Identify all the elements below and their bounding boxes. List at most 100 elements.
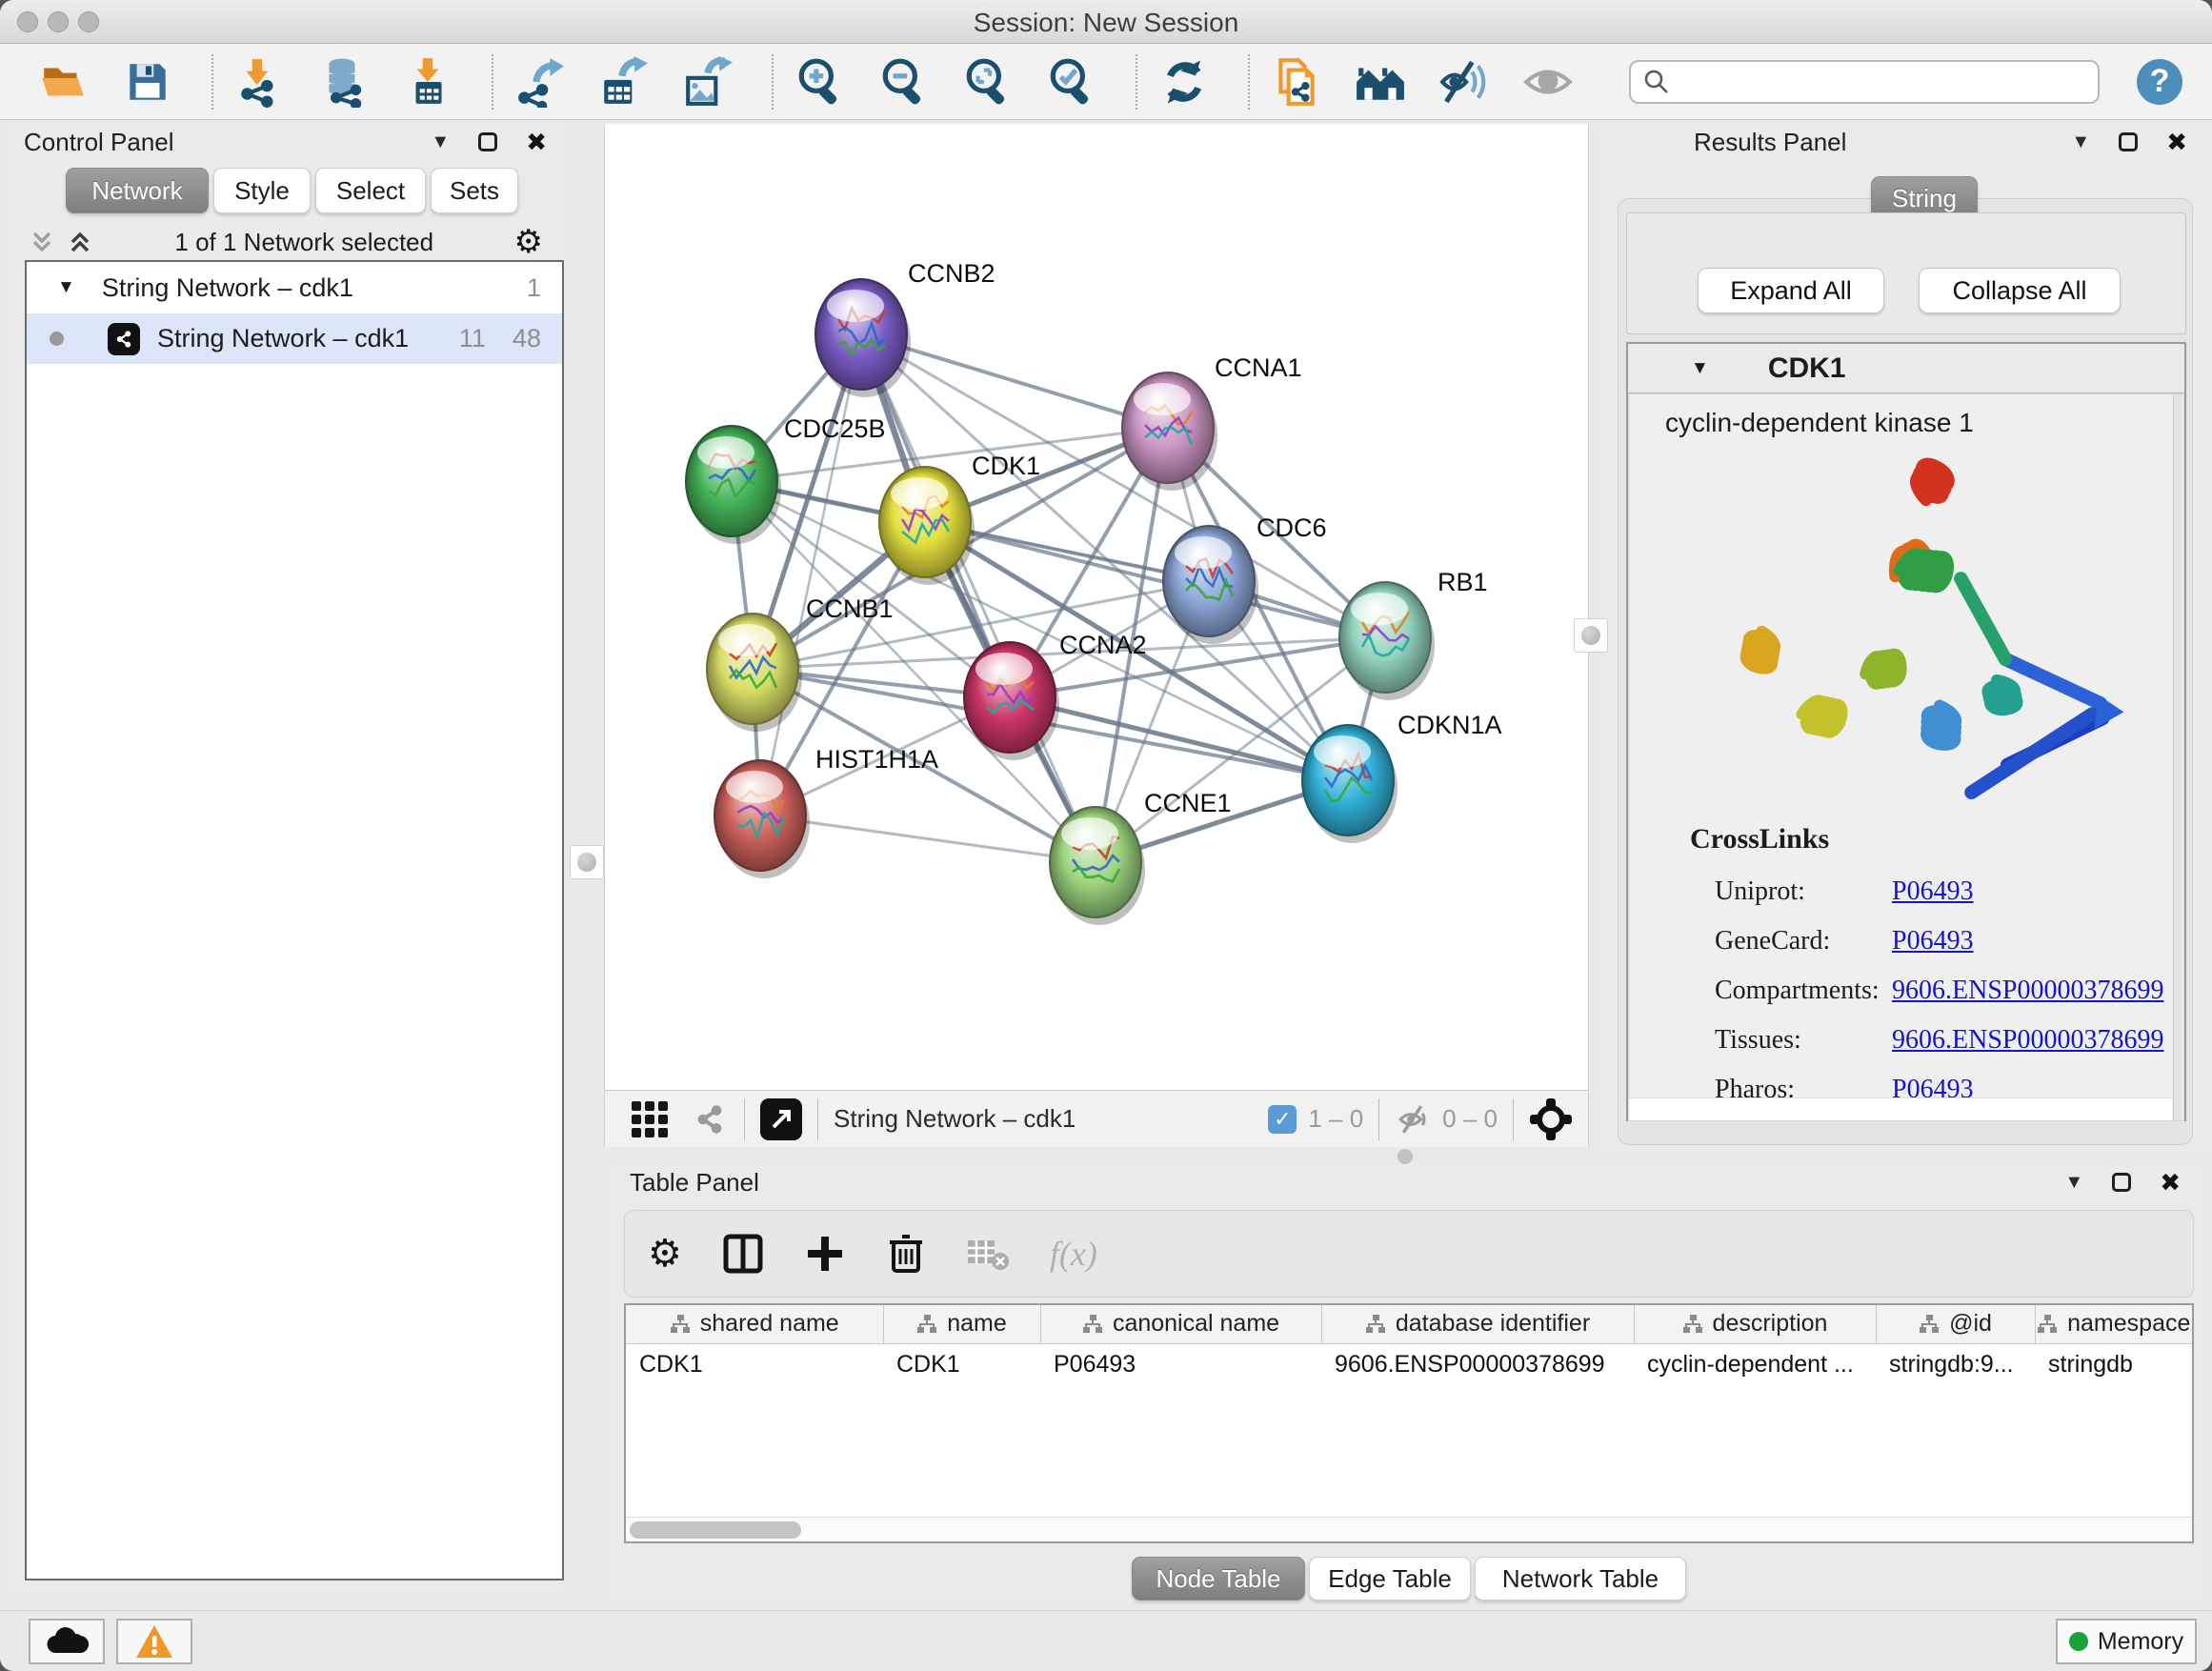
crosslink-row: Uniprot:P06493 [1715, 867, 2163, 916]
birdseye-view-icon[interactable] [760, 1098, 802, 1140]
results-scrollbar[interactable] [2173, 394, 2182, 1120]
left-splitter-handle[interactable] [570, 845, 604, 879]
col-name[interactable]: name [883, 1305, 1040, 1343]
search-input[interactable] [1680, 68, 2086, 96]
refresh-icon[interactable] [1158, 56, 1210, 108]
import-network-from-database-icon[interactable] [318, 56, 370, 108]
col-database-identifier[interactable]: database identifier [1321, 1305, 1634, 1343]
panel-collapse-icon[interactable]: ▼ [431, 132, 450, 151]
col-description[interactable]: description [1634, 1305, 1876, 1343]
cell-database-identifier[interactable]: 9606.ENSP00000378699 [1321, 1343, 1634, 1385]
zoom-selected-icon[interactable] [1046, 56, 1097, 108]
cell-namespace[interactable]: stringdb [2035, 1343, 2192, 1385]
table-header-row[interactable]: shared name name canonical name database… [626, 1305, 2192, 1343]
grid-view-icon[interactable] [630, 1099, 670, 1139]
warning-button[interactable] [116, 1619, 192, 1664]
hide-unhide-icon[interactable] [1438, 56, 1490, 108]
delete-column-icon[interactable] [886, 1233, 926, 1275]
col-shared-name[interactable]: shared name [626, 1305, 883, 1343]
tree-expand-icon[interactable]: ▼ [57, 277, 75, 298]
collapse-all-icon[interactable] [28, 228, 56, 256]
panel-close-icon[interactable]: ✖ [2166, 130, 2187, 154]
selected-checkbox-icon[interactable]: ✓ [1268, 1105, 1297, 1134]
expand-all-button[interactable]: Expand All [1698, 268, 1884, 313]
tab-network-table[interactable]: Network Table [1475, 1557, 1686, 1601]
zoom-in-icon[interactable] [794, 56, 846, 108]
crosslink-row: Tissues:9606.ENSP00000378699 [1715, 1016, 2163, 1065]
network-view-title: String Network – cdk1 [834, 1104, 1076, 1134]
crosslink-uniprot[interactable]: P06493 [1892, 876, 1974, 906]
cloud-button[interactable] [29, 1619, 105, 1664]
crosslink-compartments[interactable]: 9606.ENSP00000378699 [1892, 976, 2163, 1005]
scrollbar-thumb[interactable] [630, 1521, 801, 1539]
export-table-icon[interactable] [598, 56, 650, 108]
tab-edge-table[interactable]: Edge Table [1309, 1557, 1471, 1601]
tab-node-table[interactable]: Node Table [1132, 1557, 1305, 1601]
collection-count: 1 [527, 273, 541, 303]
table-panel-title: Table Panel [630, 1168, 759, 1198]
netbar-divider [744, 1098, 745, 1140]
cell-id[interactable]: stringdb:9... [1876, 1343, 2035, 1385]
fit-content-icon[interactable] [1529, 1097, 1573, 1141]
network-share-icon[interactable] [691, 1100, 729, 1138]
help-icon[interactable]: ? [2134, 56, 2185, 108]
panel-collapse-icon[interactable]: ▼ [2064, 1173, 2083, 1192]
col-namespace[interactable]: namespace [2035, 1305, 2192, 1343]
string-home-icon[interactable] [1355, 56, 1406, 108]
tab-style[interactable]: Style [213, 168, 311, 213]
col-canonical-name[interactable]: canonical name [1040, 1305, 1321, 1343]
main-toolbar: ? [0, 44, 2212, 120]
search-field[interactable] [1629, 60, 2100, 104]
cell-name[interactable]: CDK1 [883, 1343, 1040, 1385]
network-collection-row[interactable]: ▼ String Network – cdk1 1 [27, 262, 562, 313]
tab-network[interactable]: Network [66, 168, 209, 213]
expand-all-icon[interactable] [66, 228, 94, 256]
crosslink-label: Tissues: [1715, 1016, 1892, 1065]
memory-status-dot [2069, 1632, 2088, 1651]
export-network-icon[interactable] [514, 56, 566, 108]
import-table-from-file-icon[interactable] [402, 56, 453, 108]
crosslink-genecard[interactable]: P06493 [1892, 926, 1974, 956]
network-row-selected[interactable]: String Network – cdk1 11 48 [27, 313, 562, 364]
cloud-icon [45, 1626, 89, 1657]
section-collapse-icon[interactable]: ▼ [1691, 358, 1709, 379]
col-id[interactable]: @id [1876, 1305, 2035, 1343]
import-network-from-file-icon[interactable] [234, 56, 286, 108]
zoom-fit-icon[interactable] [962, 56, 1014, 108]
panel-close-icon[interactable]: ✖ [2160, 1170, 2181, 1195]
panel-close-icon[interactable]: ✖ [526, 130, 547, 154]
panel-float-icon[interactable] [2112, 1173, 2131, 1192]
crosslink-label: GeneCard: [1715, 916, 1892, 966]
tab-sets[interactable]: Sets [431, 168, 518, 213]
crosslink-row: GeneCard:P06493 [1715, 916, 2163, 966]
node-label: CCNA1 [1215, 353, 1302, 382]
memory-button[interactable]: Memory [2056, 1619, 2197, 1664]
tab-select[interactable]: Select [315, 168, 426, 213]
network-status-dot [50, 332, 64, 346]
cell-canonical-name[interactable]: P06493 [1040, 1343, 1321, 1385]
table-horizontal-scrollbar[interactable] [626, 1517, 2192, 1541]
show-columns-icon[interactable] [722, 1233, 764, 1275]
add-column-icon[interactable] [804, 1233, 846, 1275]
crosslink-tissues[interactable]: 9606.ENSP00000378699 [1892, 1025, 2163, 1055]
network-graph[interactable]: CCNB2CCNA1CDC25BCDK1CDC6RB1CCNB1CCNA2CDK… [605, 124, 1588, 1090]
panel-float-icon[interactable] [2119, 132, 2138, 151]
right-splitter-handle[interactable] [1574, 618, 1608, 653]
collapse-all-button[interactable]: Collapse All [1919, 268, 2121, 313]
panel-collapse-icon[interactable]: ▼ [2071, 132, 2090, 151]
open-session-icon[interactable] [38, 56, 90, 108]
gene-section-header[interactable]: ▼ CDK1 [1628, 344, 2184, 393]
cell-shared-name[interactable]: CDK1 [626, 1343, 883, 1385]
share-file-icon[interactable] [1271, 56, 1322, 108]
panel-float-icon[interactable] [478, 132, 497, 151]
table-settings-gear-icon[interactable]: ⚙ [648, 1232, 682, 1276]
table-row[interactable]: CDK1 CDK1 P06493 9606.ENSP00000378699 cy… [626, 1343, 2192, 1385]
gene-description: cyclin-dependent kinase 1 [1665, 408, 1974, 438]
save-session-icon[interactable] [122, 56, 173, 108]
zoom-out-icon[interactable] [878, 56, 930, 108]
cell-description[interactable]: cyclin-dependent ... [1634, 1343, 1876, 1385]
bottom-splitter-handle[interactable] [1398, 1149, 1413, 1164]
export-image-icon[interactable] [682, 56, 734, 108]
network-type-icon [108, 323, 140, 355]
gear-icon[interactable]: ⚙ [514, 223, 543, 261]
